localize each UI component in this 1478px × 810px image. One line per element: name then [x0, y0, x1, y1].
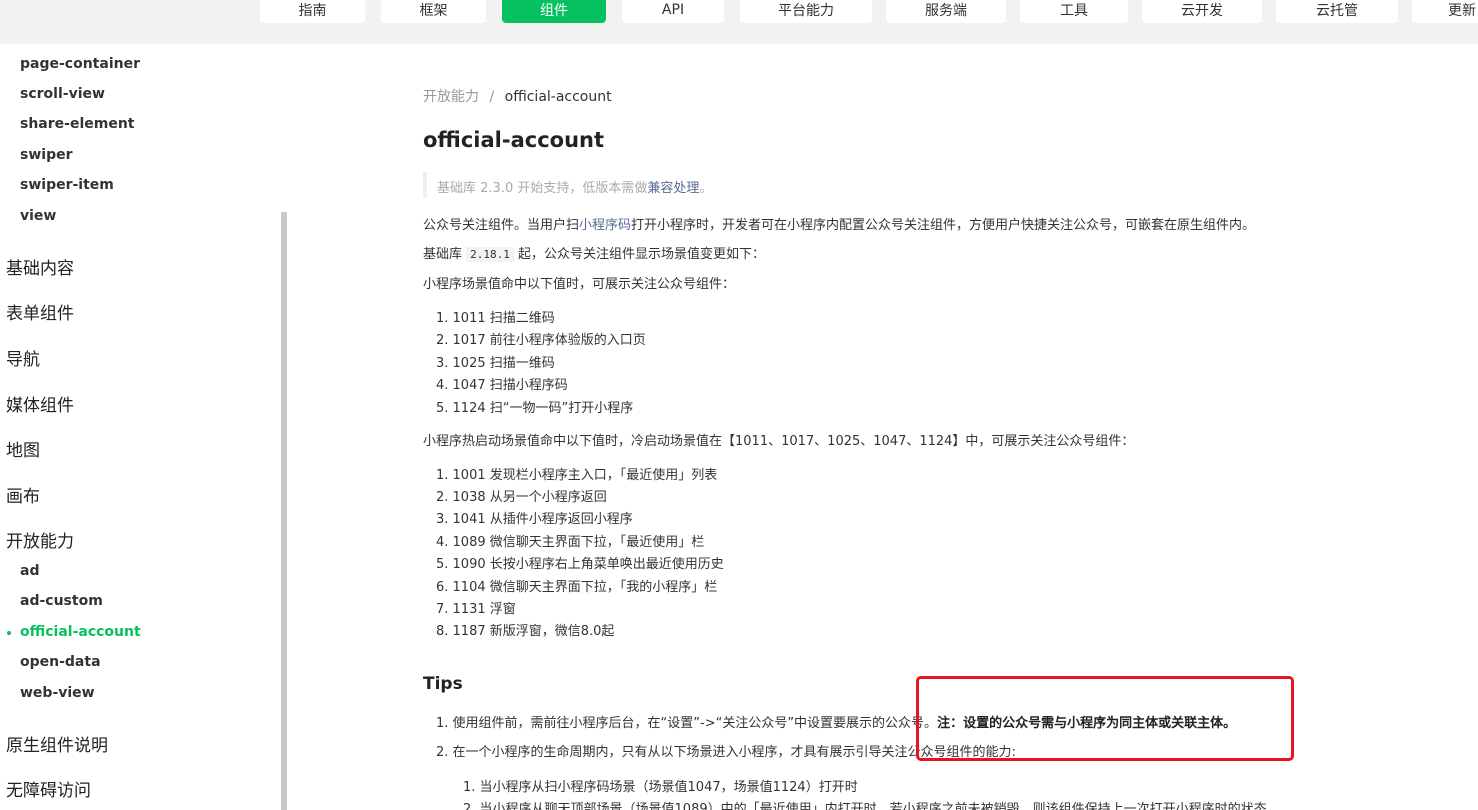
sidebar-item-open-data[interactable]: open-data	[20, 654, 101, 670]
sidebar-group-map[interactable]: 地图	[6, 436, 40, 461]
active-dot-icon	[7, 631, 11, 635]
list-item: 5. 1124 扫“一物一码”打开小程序	[436, 401, 634, 416]
base-lib-suffix: 起，公众号关注组件显示场景值变更如下：	[518, 247, 766, 262]
sidebar-group-open-capability[interactable]: 开放能力	[6, 527, 74, 552]
sidebar-item-ad-custom[interactable]: ad-custom	[20, 593, 103, 609]
sidebar-group-native-components[interactable]: 原生组件说明	[6, 731, 108, 756]
sidebar-item-page-container[interactable]: page-container	[20, 56, 140, 72]
sidebar-group-form[interactable]: 表单组件	[6, 299, 74, 324]
list-item: 3. 1041 从插件小程序返回小程序	[436, 512, 633, 527]
nav-tab-framework[interactable]: 框架	[381, 0, 486, 23]
hot-start-paragraph: 小程序热启动场景值命中以下值时，冷启动场景值在【1011、1017、1025、1…	[423, 434, 1135, 449]
sidebar-item-share-element[interactable]: share-element	[20, 116, 135, 132]
sidebar-group-basic-content[interactable]: 基础内容	[6, 254, 74, 279]
tips-heading: Tips	[423, 674, 463, 694]
sidebar-item-scroll-view[interactable]: scroll-view	[20, 86, 105, 102]
compat-link[interactable]: 兼容处理	[647, 181, 699, 196]
tip-sub-item: 2. 当小程序从聊天顶部场景（场景值1089）中的「最近使用」内打开时，若小程序…	[463, 802, 1267, 810]
scene-intro-paragraph: 小程序场景值命中以下值时，可展示关注公众号组件：	[423, 277, 736, 292]
nav-tab-updates[interactable]: 更新	[1412, 0, 1478, 23]
intro-paragraph: 公众号关注组件。当用户扫小程序码打开小程序时，开发者可在小程序内配置公众号关注组…	[423, 214, 1255, 233]
nav-tab-api[interactable]: API	[622, 0, 724, 23]
sidebar-item-swiper-item[interactable]: swiper-item	[20, 177, 114, 193]
sidebar-scrollbar[interactable]	[281, 212, 287, 810]
version-note: 基础库 2.3.0 开始支持，低版本需做兼容处理。	[437, 177, 712, 196]
list-item: 6. 1104 微信聊天主界面下拉，「我的小程序」栏	[436, 580, 718, 595]
sidebar-group-canvas[interactable]: 画布	[6, 482, 40, 507]
list-item: 8. 1187 新版浮窗，微信8.0起	[436, 624, 615, 639]
list-item: 3. 1025 扫描一维码	[436, 356, 555, 371]
list-item: 1. 1001 发现栏小程序主入口，「最近使用」列表	[436, 468, 718, 483]
list-item: 4. 1089 微信聊天主界面下拉，「最近使用」栏	[436, 535, 705, 550]
sidebar-item-official-account[interactable]: official-account	[20, 624, 141, 640]
base-lib-paragraph: 基础库 2.18.1 起，公众号关注组件显示场景值变更如下：	[423, 243, 765, 262]
list-item: 2. 1017 前往小程序体验版的入口页	[436, 333, 646, 348]
highlight-annotation-box	[916, 676, 1294, 761]
nav-tab-platform[interactable]: 平台能力	[740, 0, 872, 23]
intro-text-a: 公众号关注组件。当用户扫	[423, 218, 580, 233]
sidebar-item-web-view[interactable]: web-view	[20, 685, 95, 701]
sidebar-group-media[interactable]: 媒体组件	[6, 391, 74, 416]
sidebar-group-navigation[interactable]: 导航	[6, 345, 40, 370]
list-item: 4. 1047 扫描小程序码	[436, 378, 568, 393]
nav-tab-tools[interactable]: 工具	[1020, 0, 1128, 23]
nav-tab-guide[interactable]: 指南	[260, 0, 365, 23]
version-note-text: 基础库 2.3.0 开始支持，低版本需做	[437, 181, 648, 196]
breadcrumb-separator: /	[489, 89, 495, 105]
sidebar-item-swiper[interactable]: swiper	[20, 147, 73, 163]
intro-text-b: 打开小程序时，开发者可在小程序内配置公众号关注组件，方便用户快捷关注公众号，可嵌…	[631, 218, 1256, 233]
sidebar: page-container scroll-view share-element…	[0, 44, 280, 810]
sidebar-group-accessibility[interactable]: 无障碍访问	[6, 776, 91, 801]
nav-tab-cloud-hosting[interactable]: 云托管	[1276, 0, 1398, 23]
mini-program-code-link[interactable]: 小程序码	[579, 218, 631, 233]
tip-sub-item: 1. 当小程序从扫小程序码场景（场景值1047，场景值1124）打开时	[463, 780, 858, 795]
page-title: official-account	[423, 128, 605, 152]
list-item: 5. 1090 长按小程序右上角菜单唤出最近使用历史	[436, 557, 724, 572]
tip-text: 1. 使用组件前，需前往小程序后台，在“设置”->“关注公众号”中设置要展示的公…	[436, 716, 938, 731]
list-item: 2. 1038 从另一个小程序返回	[436, 490, 607, 505]
list-item: 1. 1011 扫描二维码	[436, 311, 555, 326]
top-nav: 指南 框架 组件 API 平台能力 服务端 工具 云开发 云托管 更新	[0, 0, 1478, 44]
nav-tab-cloud-dev[interactable]: 云开发	[1142, 0, 1262, 23]
nav-tab-components[interactable]: 组件	[502, 0, 606, 23]
version-note-suffix: 。	[699, 181, 713, 196]
nav-tab-server[interactable]: 服务端	[886, 0, 1006, 23]
breadcrumb-parent[interactable]: 开放能力	[423, 89, 479, 105]
breadcrumb: 开放能力 / official-account	[423, 86, 612, 106]
base-lib-version-code: 2.18.1	[466, 247, 514, 262]
breadcrumb-current: official-account	[504, 89, 612, 105]
sidebar-item-ad[interactable]: ad	[20, 563, 39, 579]
sidebar-item-view[interactable]: view	[20, 208, 56, 224]
list-item: 7. 1131 浮窗	[436, 602, 516, 617]
base-lib-text: 基础库	[423, 247, 463, 262]
